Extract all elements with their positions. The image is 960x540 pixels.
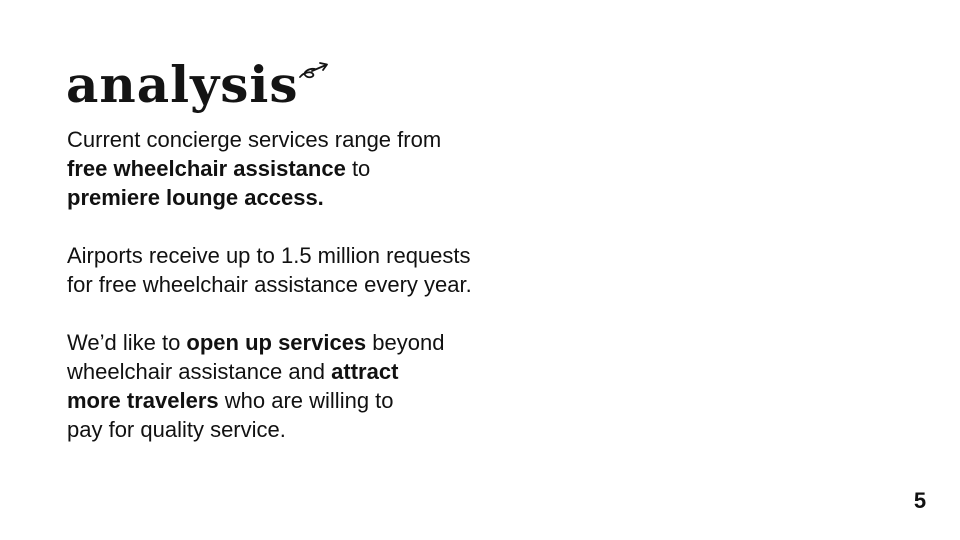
- paragraph-3-bold-3: more travelers: [67, 388, 219, 413]
- paragraph-3-text-1: We’d like to: [67, 330, 187, 355]
- paragraph-3-text-5: pay for quality service.: [67, 417, 286, 442]
- paragraph-request-volume: Airports receive up to 1.5 million reque…: [67, 241, 527, 299]
- paragraph-3-text-2: beyond: [366, 330, 445, 355]
- paragraph-1-bold-2: premiere lounge access.: [67, 185, 324, 210]
- paragraph-3-text-4: who are willing to: [218, 388, 394, 413]
- paragraph-goal: We’d like to open up services beyond whe…: [67, 328, 527, 444]
- paragraph-services-range: Current concierge services range from fr…: [67, 125, 527, 212]
- title-row: analysis: [66, 50, 331, 120]
- paragraph-2-line-2: for free wheelchair assistance every yea…: [67, 272, 472, 297]
- paragraph-1-text-1: Current concierge services range from: [67, 127, 442, 152]
- page-number: 5: [913, 488, 927, 513]
- slide: analysis Current concierge services rang…: [0, 0, 960, 540]
- paragraph-3-bold-2: attract: [331, 359, 399, 384]
- flourish-arrow-icon: [298, 62, 328, 79]
- body-text: Current concierge services range from fr…: [67, 125, 527, 473]
- paragraph-3-text-3: wheelchair assistance and: [67, 359, 332, 384]
- paragraph-1-bold-1: free wheelchair assistance: [67, 156, 346, 181]
- slide-title: analysis: [66, 55, 299, 114]
- paragraph-2-line-1: Airports receive up to 1.5 million reque…: [67, 243, 471, 268]
- paragraph-3-bold-1: open up services: [186, 330, 367, 355]
- paragraph-1-text-2: to: [345, 156, 371, 181]
